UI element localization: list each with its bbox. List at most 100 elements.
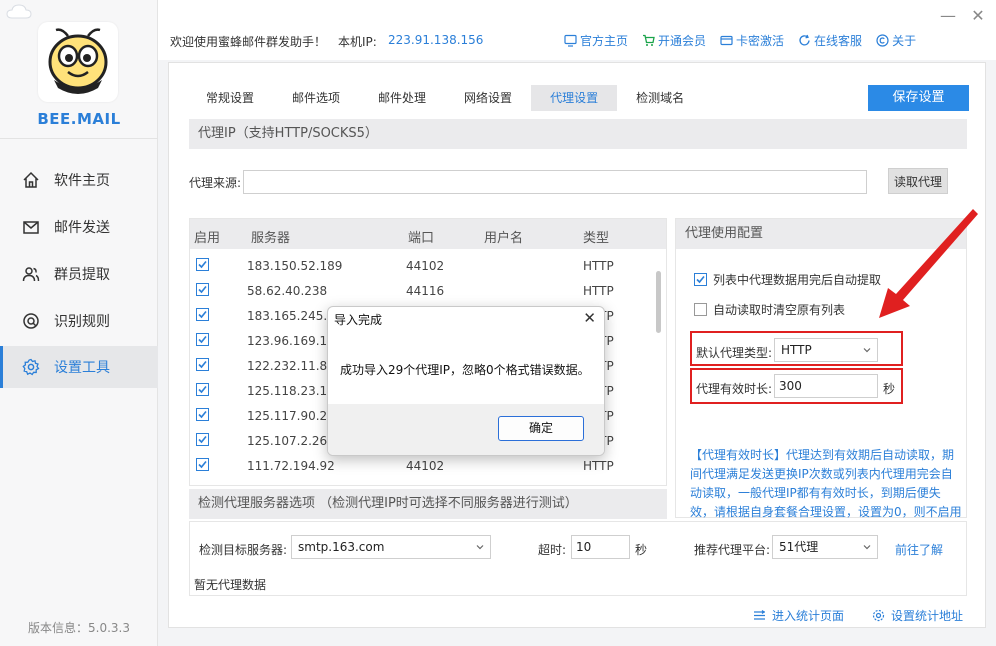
- close-button[interactable]: ✕: [968, 6, 988, 25]
- check-icon: [198, 310, 207, 319]
- clear-list-checkbox[interactable]: 自动读取时清空原有列表: [694, 301, 845, 318]
- proxy-config-header: 代理使用配置: [676, 219, 966, 249]
- row-enabled-checkbox[interactable]: [196, 283, 209, 296]
- cell-server: 125.117.90.21: [247, 409, 335, 423]
- chevron-down-icon: [863, 545, 871, 550]
- stats-page-link[interactable]: 进入统计页面: [753, 607, 844, 624]
- col-server: 服务器: [251, 231, 291, 246]
- cell-server: 123.96.169.19: [247, 334, 335, 348]
- table-scrollbar[interactable]: [656, 271, 661, 333]
- minimize-button[interactable]: —: [938, 6, 958, 25]
- ip-value: 223.91.138.156: [388, 33, 484, 47]
- sidebar-item-label: 识别规则: [54, 314, 110, 330]
- target-server-select[interactable]: smtp.163.com: [291, 535, 491, 559]
- cell-server: 183.165.245.1: [247, 309, 335, 323]
- platform-select[interactable]: 51代理: [772, 535, 878, 559]
- proxy-source-input[interactable]: [243, 170, 868, 194]
- sidebar-item-label: 邮件发送: [54, 220, 110, 236]
- tab-general[interactable]: 常规设置: [187, 85, 273, 111]
- row-enabled-checkbox[interactable]: [196, 333, 209, 346]
- timeout-unit: 秒: [635, 543, 648, 557]
- sidebar-item-settings[interactable]: 设置工具: [0, 346, 158, 388]
- platform-value: 51代理: [779, 540, 819, 554]
- cell-port: 44116: [406, 284, 445, 298]
- proxy-source-row: 代理来源:: [189, 170, 868, 194]
- stats-address-link[interactable]: 设置统计地址: [872, 607, 963, 624]
- row-enabled-checkbox[interactable]: [196, 308, 209, 321]
- row-enabled-checkbox[interactable]: [196, 433, 209, 446]
- clear-list-label: 自动读取时清空原有列表: [713, 303, 846, 317]
- cloud-icon: [6, 4, 32, 19]
- checkbox-unchecked[interactable]: [694, 303, 707, 316]
- card-icon: [720, 35, 733, 46]
- stats-address-label: 设置统计地址: [891, 609, 964, 623]
- cell-server: 58.62.40.238: [247, 284, 328, 298]
- support-link[interactable]: 在线客服: [798, 32, 862, 49]
- valid-time-input[interactable]: 300: [774, 374, 878, 398]
- tab-mail-options[interactable]: 邮件选项: [273, 85, 359, 111]
- tab-network[interactable]: 网络设置: [445, 85, 531, 111]
- sidebar: BEE.MAIL 软件主页 邮件发送 群员提取 识别规则 设置工具 版本信息：5…: [0, 0, 158, 646]
- read-proxy-button[interactable]: 读取代理: [888, 168, 948, 194]
- card-activate-label: 卡密激活: [736, 34, 785, 48]
- check-icon: [198, 285, 207, 294]
- checkbox-checked[interactable]: [694, 273, 707, 286]
- tab-proxy[interactable]: 代理设置: [531, 85, 618, 111]
- col-enabled: 启用: [194, 231, 221, 246]
- sidebar-item-rules[interactable]: 识别规则: [0, 300, 158, 342]
- chevron-down-icon: [863, 348, 871, 353]
- about-label: 关于: [892, 34, 917, 48]
- dialog-ok-button[interactable]: 确定: [498, 416, 584, 441]
- cell-server: 122.232.11.86: [247, 359, 335, 373]
- timeout-input[interactable]: 10: [571, 535, 630, 559]
- check-icon: [198, 335, 207, 344]
- row-enabled-checkbox[interactable]: [196, 458, 209, 471]
- tab-detect-domain[interactable]: 检测域名: [617, 85, 703, 111]
- cart-icon: [643, 34, 655, 46]
- sidebar-item-label: 群员提取: [54, 267, 110, 283]
- about-link[interactable]: 关于: [876, 32, 916, 49]
- support-label: 在线客服: [814, 34, 863, 48]
- tab-mail-processing[interactable]: 邮件处理: [359, 85, 445, 111]
- check-icon: [198, 385, 207, 394]
- row-enabled-checkbox[interactable]: [196, 383, 209, 396]
- vip-link[interactable]: 开通会员: [642, 32, 706, 49]
- welcome-text: 欢迎使用蜜蜂邮件群发助手！: [170, 35, 327, 49]
- monitor-icon: [564, 34, 577, 47]
- col-username: 用户名: [484, 231, 524, 246]
- table-row[interactable]: 183.150.52.189 44102 HTTP: [190, 253, 666, 278]
- sidebar-item-send[interactable]: 邮件发送: [0, 206, 158, 248]
- sidebar-item-extract[interactable]: 群员提取: [0, 253, 158, 295]
- copyright-icon: [876, 34, 889, 47]
- official-site-link[interactable]: 官方主页: [564, 32, 628, 49]
- table-row[interactable]: 111.72.194.92 44102 HTTP: [190, 453, 666, 478]
- auto-fetch-checkbox[interactable]: 列表中代理数据用完后自动提取: [694, 271, 881, 288]
- save-settings-button[interactable]: 保存设置: [868, 85, 969, 111]
- learn-more-link[interactable]: 前往了解: [895, 541, 943, 558]
- divider: [0, 138, 158, 139]
- valid-time-unit: 秒: [883, 382, 896, 396]
- table-row[interactable]: 58.62.40.238 44116 HTTP: [190, 278, 666, 303]
- timeout-label: 超时:: [538, 543, 567, 557]
- proxy-config: 代理使用配置 列表中代理数据用完后自动提取 自动读取时清空原有列表 默认代理类型…: [675, 218, 967, 538]
- cell-port: 44102: [406, 459, 445, 473]
- import-complete-dialog: 导入完成 ✕ 成功导入29个代理IP，忽略0个格式错误数据。 确定: [327, 306, 605, 456]
- cell-type: HTTP: [583, 284, 614, 298]
- default-type-select[interactable]: HTTP: [774, 338, 878, 362]
- row-enabled-checkbox[interactable]: [196, 408, 209, 421]
- gear-icon: [872, 609, 885, 622]
- row-enabled-checkbox[interactable]: [196, 258, 209, 271]
- top-bar: 欢迎使用蜜蜂邮件群发助手！ 本机IP: 223.91.138.156 官方主页 …: [158, 0, 996, 60]
- proxy-source-label: 代理来源:: [189, 175, 242, 190]
- table-header: 启用 服务器 端口 用户名 类型: [190, 219, 666, 249]
- dialog-close-icon[interactable]: ✕: [583, 309, 596, 327]
- platform-label: 推荐代理平台:: [694, 543, 771, 557]
- card-activate-link[interactable]: 卡密激活: [720, 32, 784, 49]
- gear-icon: [22, 358, 40, 376]
- default-type-label: 默认代理类型:: [696, 346, 773, 360]
- auto-fetch-label: 列表中代理数据用完后自动提取: [713, 273, 882, 287]
- home-icon: [23, 171, 39, 188]
- check-icon: [198, 435, 207, 444]
- row-enabled-checkbox[interactable]: [196, 358, 209, 371]
- sidebar-item-home[interactable]: 软件主页: [0, 159, 158, 201]
